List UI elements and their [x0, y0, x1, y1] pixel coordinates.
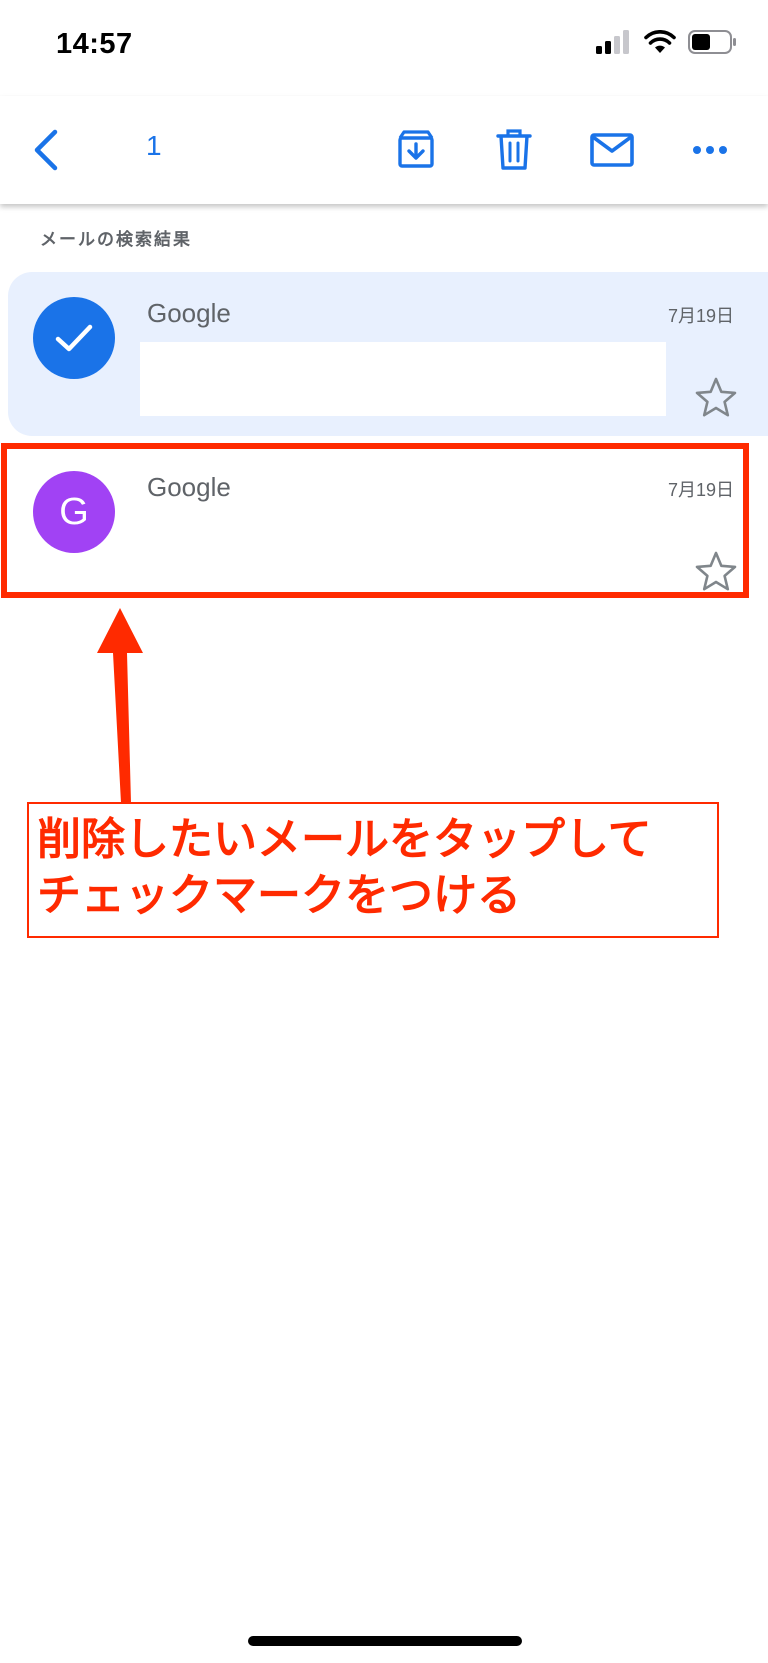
more-button[interactable]	[680, 120, 740, 180]
battery-icon	[688, 30, 736, 54]
avatar-selected[interactable]	[33, 297, 115, 379]
star-icon[interactable]	[694, 550, 738, 594]
back-button[interactable]	[16, 120, 76, 180]
archive-icon	[398, 130, 434, 168]
mail-list-item[interactable]: G Google 7月19日	[8, 446, 768, 610]
status-icons	[596, 30, 738, 54]
annotation-callout: 削除したいメールをタップして チェックマークをつける	[27, 802, 719, 938]
mail-date: 7月19日	[667, 306, 734, 326]
cellular-signal-icon	[596, 30, 629, 54]
checkmark-icon	[55, 324, 93, 352]
mail-sender: Google	[147, 472, 231, 502]
redacted-preview	[140, 342, 666, 416]
star-icon[interactable]	[694, 376, 738, 420]
selected-count: 1	[146, 130, 162, 161]
selection-toolbar: 1	[0, 96, 768, 204]
mail-list-item[interactable]: Google 7月19日	[8, 272, 768, 436]
annotation-text: 削除したいメールをタップして チェックマークをつける	[37, 815, 652, 920]
home-indicator[interactable]	[248, 1636, 522, 1646]
mail-icon	[590, 133, 634, 167]
mark-unread-button[interactable]	[582, 120, 642, 180]
avatar[interactable]: G	[33, 471, 115, 553]
avatar-letter: G	[59, 490, 89, 533]
wifi-icon	[644, 30, 676, 53]
status-time: 14:57	[56, 28, 133, 60]
mail-sender: Google	[147, 298, 231, 328]
mail-date: 7月19日	[667, 480, 734, 500]
archive-button[interactable]	[386, 120, 446, 180]
more-horizontal-icon	[693, 146, 727, 154]
trash-icon	[496, 129, 532, 170]
delete-button[interactable]	[484, 120, 544, 180]
status-bar: 14:57	[0, 0, 768, 96]
search-results-label: メールの検索結果	[40, 230, 192, 249]
chevron-left-icon	[34, 129, 58, 171]
